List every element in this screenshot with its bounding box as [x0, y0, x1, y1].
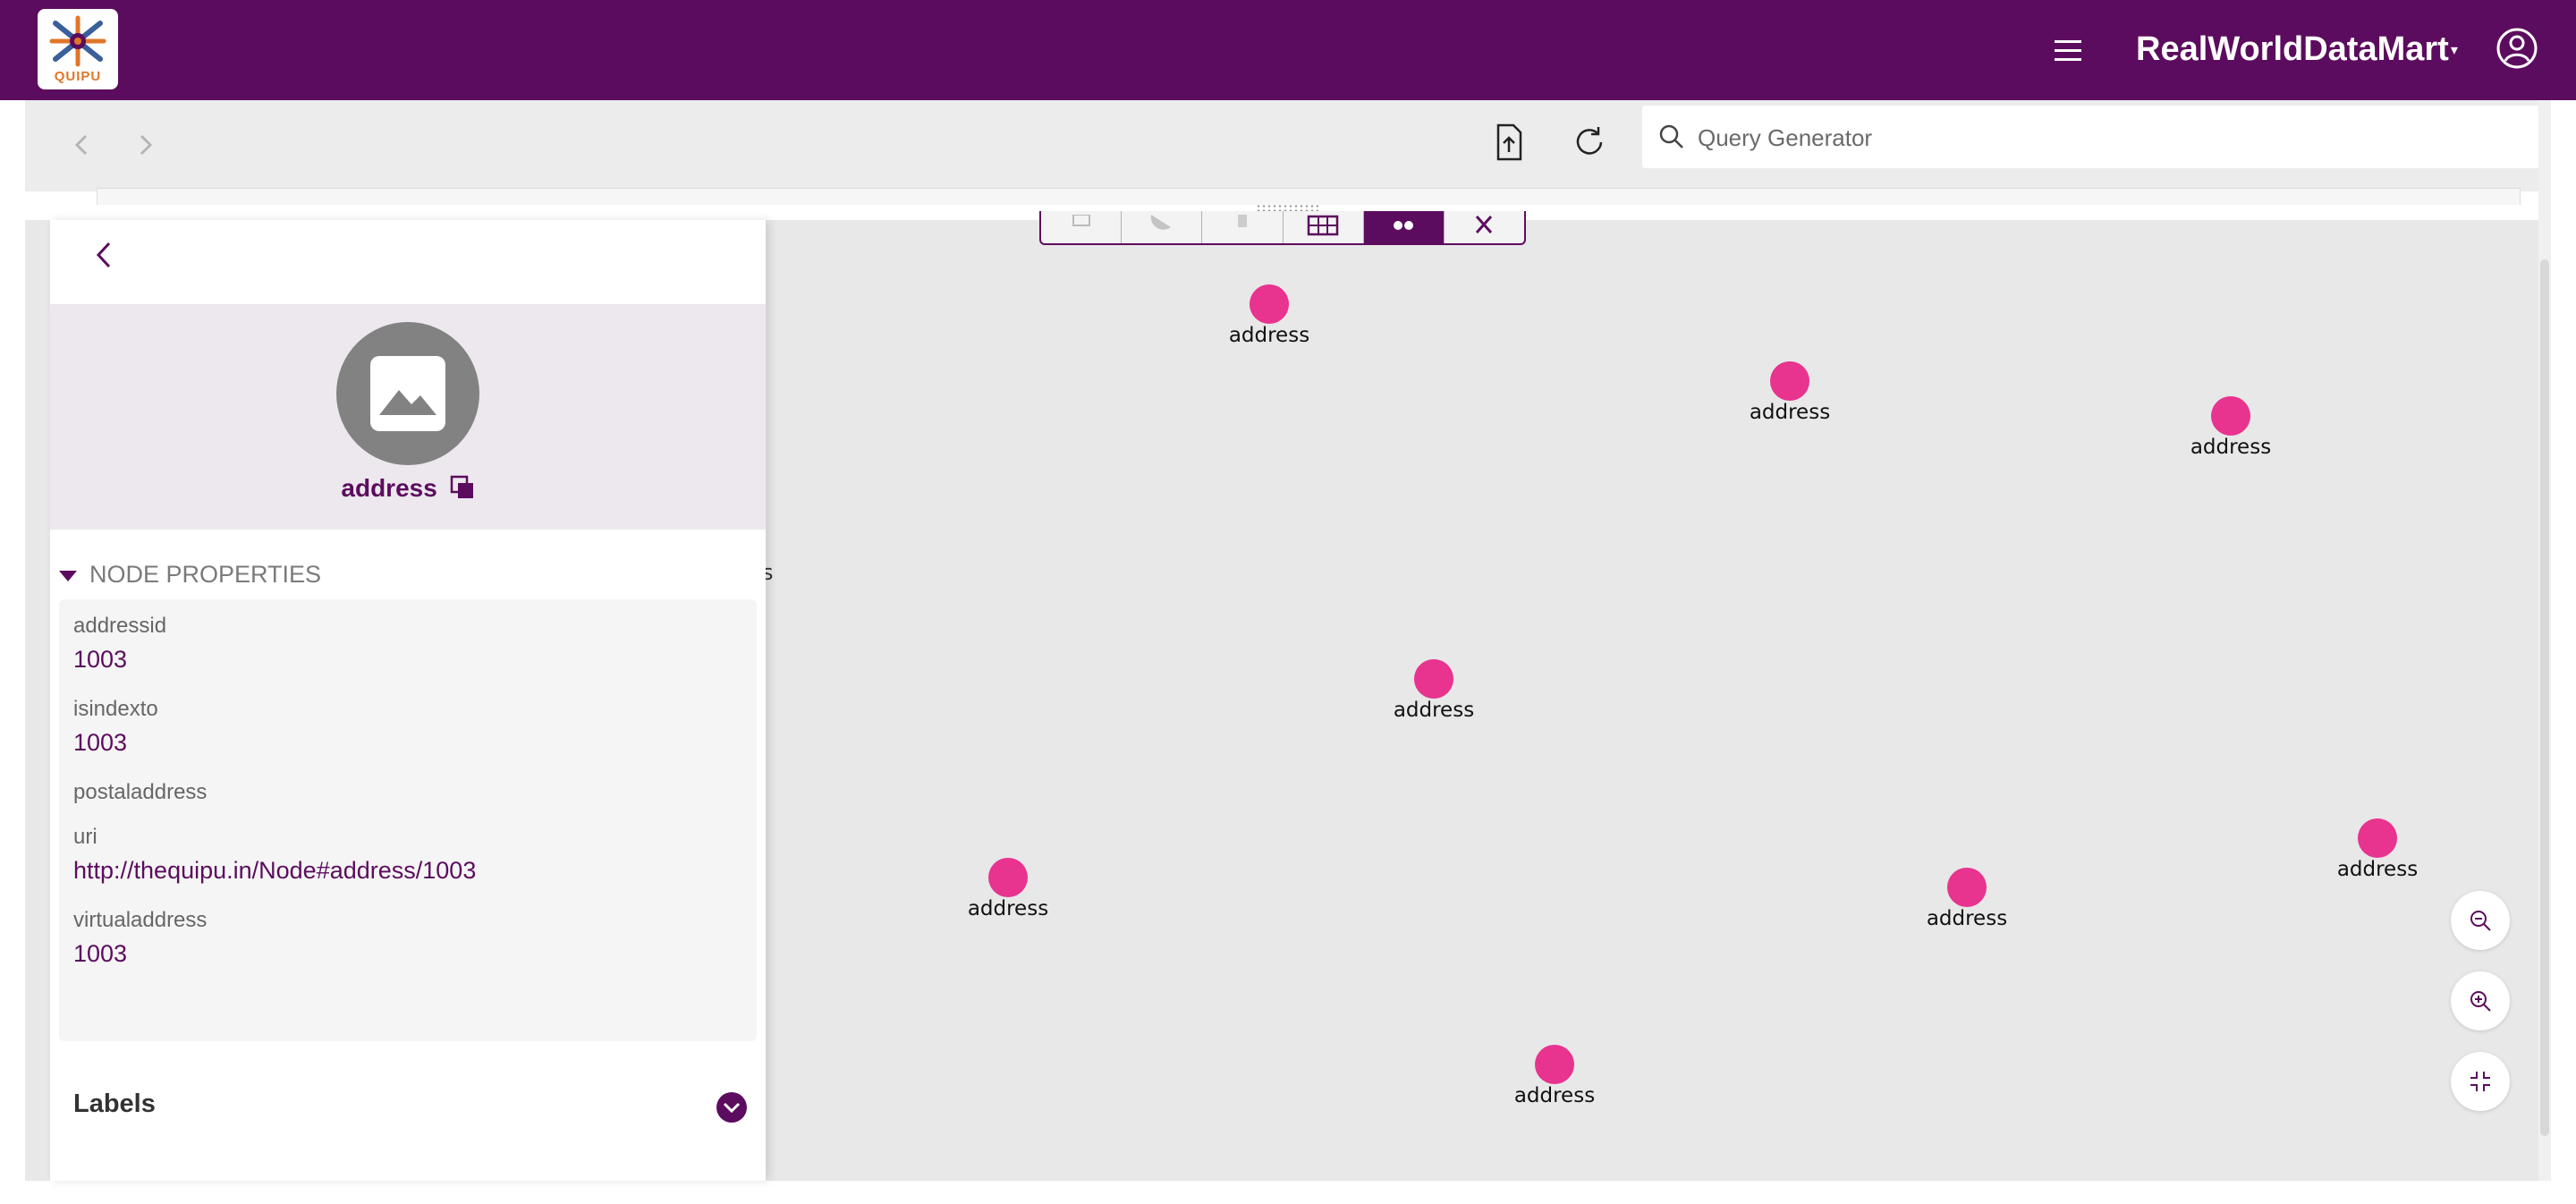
hamburger-menu-icon[interactable]	[2052, 34, 2084, 66]
graph-node[interactable]: address	[2177, 396, 2284, 468]
graph-node[interactable]: address	[1736, 361, 1843, 433]
search-input[interactable]	[1696, 106, 2504, 170]
node-header: address	[50, 304, 766, 530]
graph-node-label: address	[1513, 1084, 1596, 1107]
graph-node[interactable]: address	[1380, 659, 1487, 731]
pie-chart-icon	[1150, 215, 1171, 230]
property-key: addressid	[73, 614, 167, 638]
graph-node-label: address	[1926, 907, 2008, 930]
logo-text: QUIPU	[54, 69, 102, 84]
document-icon	[1237, 215, 1247, 227]
graph-node-dot[interactable]	[2358, 818, 2397, 858]
graph-node-dot[interactable]	[1535, 1045, 1574, 1084]
collapse-icon	[2470, 1072, 2490, 1091]
graph-node-dot[interactable]	[988, 858, 1028, 897]
refresh-icon[interactable]	[1567, 120, 1612, 165]
property-value: 1003	[73, 729, 128, 756]
zoom-out-button[interactable]	[2451, 891, 2510, 950]
quipu-logo-icon	[49, 15, 106, 67]
labels-section[interactable]: Labels	[50, 1079, 766, 1132]
property-value: 1003	[73, 940, 128, 967]
property-key: virtualaddress	[73, 908, 208, 932]
table-icon	[1307, 215, 1339, 236]
node-properties-title: NODE PROPERTIES	[89, 561, 322, 588]
close-view-button[interactable]	[1445, 211, 1524, 243]
node-title-text: address	[341, 474, 437, 502]
graph-node-dot[interactable]	[1414, 659, 1453, 699]
view-switcher	[1039, 211, 1526, 245]
graph-node-label: address	[1228, 324, 1310, 347]
export-view-button[interactable]	[1041, 211, 1123, 243]
graph-node-dot[interactable]	[1250, 284, 1289, 324]
zoom-in-icon	[2470, 991, 2491, 1012]
back-arrow-icon[interactable]	[64, 127, 100, 163]
graph-node-label: address	[1393, 699, 1475, 722]
graph-node[interactable]: address	[1216, 284, 1323, 356]
table-view-button[interactable]	[1284, 211, 1364, 243]
graph-node-dot[interactable]	[1770, 361, 1809, 401]
node-avatar	[336, 322, 479, 465]
graph-node[interactable]: address	[1913, 868, 2021, 939]
fit-view-button[interactable]	[2451, 1052, 2510, 1111]
graph-node-label: address	[2336, 858, 2419, 881]
forward-arrow-icon[interactable]	[127, 127, 163, 163]
property-value: 1003	[73, 646, 128, 673]
caret-down-icon	[59, 570, 77, 581]
graph-node-label: address	[1749, 401, 1831, 424]
graph-view-button[interactable]	[1363, 211, 1445, 243]
node-title: address	[50, 474, 766, 503]
node-details-panel: address NODE PROPERTIES addressid 1003 i…	[50, 220, 766, 1181]
graph-nodes-icon	[1394, 221, 1414, 230]
query-generator-search[interactable]	[1642, 106, 2544, 170]
chevron-down-icon[interactable]	[716, 1091, 748, 1123]
top-navbar: QUIPU RealWorldDataMart ▾	[0, 0, 2576, 100]
copy-icon[interactable]	[450, 475, 475, 500]
graph-node-dot[interactable]	[1947, 868, 1987, 907]
labels-title: Labels	[73, 1090, 156, 1118]
property-value-link[interactable]: http://thequipu.in/Node#address/1003	[73, 857, 476, 885]
quipu-logo[interactable]: QUIPU	[38, 9, 118, 89]
graph-node-dot[interactable]	[2211, 396, 2250, 436]
scrollbar-thumb[interactable]	[2540, 259, 2549, 1136]
workspace-name: RealWorldDataMart	[2136, 30, 2449, 68]
graph-node[interactable]: address	[2324, 818, 2431, 890]
search-icon	[1659, 124, 1683, 148]
download-icon	[1072, 215, 1090, 226]
caret-down-icon: ▾	[2450, 43, 2458, 58]
zoom-in-button[interactable]	[2451, 971, 2510, 1030]
graph-node[interactable]: address	[954, 858, 1062, 929]
graph-node[interactable]: address	[1501, 1045, 1608, 1116]
query-toolbar	[25, 100, 2551, 191]
workspace-selector[interactable]: RealWorldDataMart ▾	[2136, 27, 2458, 72]
chart-view-button[interactable]	[1122, 211, 1203, 243]
zoom-out-icon	[2470, 911, 2491, 931]
user-account-icon[interactable]	[2496, 27, 2538, 70]
image-placeholder-icon	[370, 356, 445, 431]
document-view-button[interactable]	[1202, 211, 1284, 243]
property-key: isindexto	[73, 697, 158, 721]
node-properties-toggle[interactable]: NODE PROPERTIES	[54, 558, 321, 590]
close-icon	[1476, 216, 1493, 233]
graph-node-label: address	[967, 897, 1049, 920]
node-properties-list: addressid 1003 isindexto 1003 postaladdr…	[59, 599, 757, 1041]
graph-node-label: address	[2190, 436, 2272, 459]
query-editor[interactable]	[97, 188, 2521, 205]
property-key: postaladdress	[73, 780, 208, 804]
back-icon[interactable]	[86, 233, 122, 277]
upload-file-icon[interactable]	[1487, 120, 1531, 165]
property-key: uri	[73, 825, 97, 849]
